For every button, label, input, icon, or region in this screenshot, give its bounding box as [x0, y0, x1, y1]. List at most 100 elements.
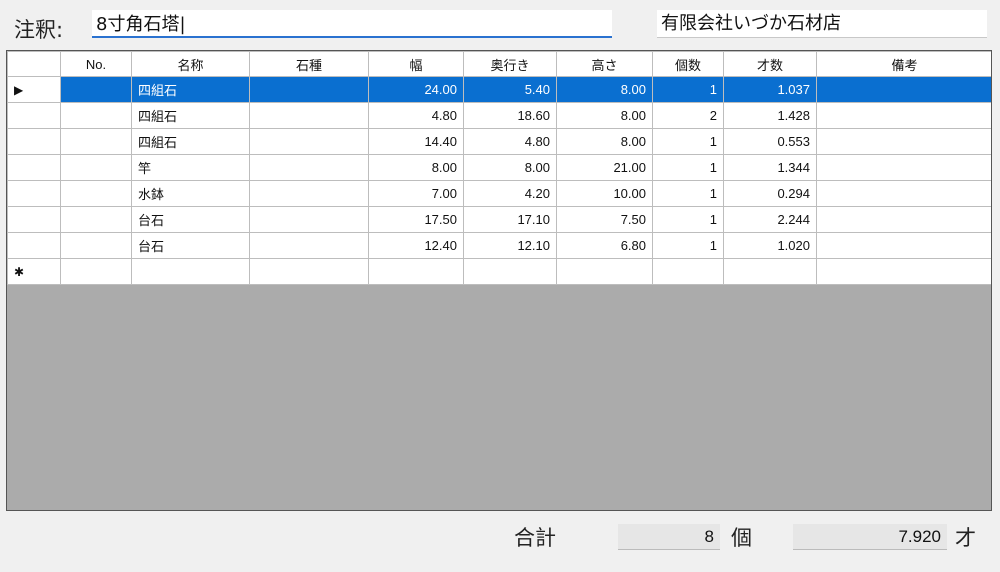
cell-height[interactable]: 7.50	[556, 206, 653, 233]
cell-depth[interactable]: 4.80	[463, 128, 557, 155]
column-header-name[interactable]: 名称	[131, 51, 250, 77]
table-row[interactable]: 四組石 14.40 4.80 8.00 1 0.553	[7, 128, 991, 155]
cell-width[interactable]	[368, 258, 464, 285]
row-selector[interactable]	[7, 102, 61, 129]
cell-quantity[interactable]: 1	[652, 180, 724, 207]
table-row[interactable]: 水鉢 7.00 4.20 10.00 1 0.294	[7, 180, 991, 207]
cell-note[interactable]	[816, 76, 991, 103]
cell-height[interactable]: 8.00	[556, 76, 653, 103]
cell-quantity[interactable]: 2	[652, 102, 724, 129]
cell-name[interactable]: 四組石	[131, 128, 250, 155]
cell-quantity[interactable]: 1	[652, 232, 724, 259]
cell-stone-type[interactable]	[249, 258, 369, 285]
cell-name[interactable]: 台石	[131, 206, 250, 233]
cell-width[interactable]: 12.40	[368, 232, 464, 259]
cell-stone-type[interactable]	[249, 76, 369, 103]
cell-name[interactable]: 四組石	[131, 102, 250, 129]
cell-name[interactable]: 四組石	[131, 76, 250, 103]
cell-note[interactable]	[816, 180, 991, 207]
cell-width[interactable]: 24.00	[368, 76, 464, 103]
column-header-height[interactable]: 高さ	[556, 51, 653, 77]
table-row[interactable]: 竿 8.00 8.00 21.00 1 1.344	[7, 154, 991, 181]
cell-sai[interactable]: 1.037	[723, 76, 817, 103]
cell-sai[interactable]: 1.344	[723, 154, 817, 181]
cell-sai[interactable]: 1.428	[723, 102, 817, 129]
cell-width[interactable]: 14.40	[368, 128, 464, 155]
cell-name[interactable]	[131, 258, 250, 285]
new-row[interactable]: ✱	[7, 258, 991, 285]
cell-no[interactable]	[60, 128, 132, 155]
cell-no[interactable]	[60, 206, 132, 233]
cell-depth[interactable]: 8.00	[463, 154, 557, 181]
cell-name[interactable]: 竿	[131, 154, 250, 181]
cell-width[interactable]: 8.00	[368, 154, 464, 181]
column-header-width[interactable]: 幅	[368, 51, 464, 77]
cell-quantity[interactable]	[652, 258, 724, 285]
cell-height[interactable]: 21.00	[556, 154, 653, 181]
cell-no[interactable]	[60, 76, 132, 103]
cell-depth[interactable]: 5.40	[463, 76, 557, 103]
cell-quantity[interactable]: 1	[652, 128, 724, 155]
cell-sai[interactable]	[723, 258, 817, 285]
cell-depth[interactable]: 17.10	[463, 206, 557, 233]
table-row[interactable]: 台石 17.50 17.10 7.50 1 2.244	[7, 206, 991, 233]
cell-width[interactable]: 7.00	[368, 180, 464, 207]
cell-no[interactable]	[60, 232, 132, 259]
cell-height[interactable]: 6.80	[556, 232, 653, 259]
memo-input[interactable]	[92, 10, 612, 38]
cell-height[interactable]	[556, 258, 653, 285]
column-header-depth[interactable]: 奥行き	[463, 51, 557, 77]
cell-note[interactable]	[816, 258, 991, 285]
cell-no[interactable]	[60, 102, 132, 129]
cell-stone-type[interactable]	[249, 128, 369, 155]
cell-name[interactable]: 水鉢	[131, 180, 250, 207]
row-selector[interactable]	[7, 206, 61, 233]
cell-quantity[interactable]: 1	[652, 76, 724, 103]
table-row[interactable]: ▶ 四組石 24.00 5.40 8.00 1 1.037	[7, 76, 991, 103]
row-selector[interactable]	[7, 154, 61, 181]
column-header-stone-type[interactable]: 石種	[249, 51, 369, 77]
cell-note[interactable]	[816, 154, 991, 181]
stone-grid[interactable]: No. 名称 石種 幅 奥行き 高さ 個数 才数 備考 ▶ 四組石 24.00 …	[6, 50, 992, 511]
column-header-no[interactable]: No.	[60, 51, 132, 77]
cell-stone-type[interactable]	[249, 102, 369, 129]
cell-stone-type[interactable]	[249, 180, 369, 207]
cell-width[interactable]: 17.50	[368, 206, 464, 233]
cell-sai[interactable]: 0.553	[723, 128, 817, 155]
cell-stone-type[interactable]	[249, 154, 369, 181]
cell-sai[interactable]: 1.020	[723, 232, 817, 259]
column-header-selector[interactable]	[7, 51, 61, 77]
cell-note[interactable]	[816, 128, 991, 155]
new-row-marker[interactable]: ✱	[7, 258, 61, 285]
row-selector[interactable]	[7, 180, 61, 207]
table-row[interactable]: 台石 12.40 12.10 6.80 1 1.020	[7, 232, 991, 259]
cell-height[interactable]: 8.00	[556, 102, 653, 129]
cell-note[interactable]	[816, 232, 991, 259]
company-name-field[interactable]: 有限会社いづか石材店	[657, 10, 987, 38]
cell-quantity[interactable]: 1	[652, 154, 724, 181]
cell-note[interactable]	[816, 102, 991, 129]
cell-no[interactable]	[60, 258, 132, 285]
cell-no[interactable]	[60, 154, 132, 181]
cell-depth[interactable]: 4.20	[463, 180, 557, 207]
cell-sai[interactable]: 2.244	[723, 206, 817, 233]
cell-depth[interactable]: 18.60	[463, 102, 557, 129]
cell-no[interactable]	[60, 180, 132, 207]
cell-width[interactable]: 4.80	[368, 102, 464, 129]
column-header-quantity[interactable]: 個数	[652, 51, 724, 77]
cell-stone-type[interactable]	[249, 232, 369, 259]
cell-sai[interactable]: 0.294	[723, 180, 817, 207]
cell-stone-type[interactable]	[249, 206, 369, 233]
row-selector[interactable]: ▶	[7, 76, 61, 103]
table-row[interactable]: 四組石 4.80 18.60 8.00 2 1.428	[7, 102, 991, 129]
cell-height[interactable]: 10.00	[556, 180, 653, 207]
cell-height[interactable]: 8.00	[556, 128, 653, 155]
cell-quantity[interactable]: 1	[652, 206, 724, 233]
cell-depth[interactable]: 12.10	[463, 232, 557, 259]
row-selector[interactable]	[7, 128, 61, 155]
cell-name[interactable]: 台石	[131, 232, 250, 259]
cell-note[interactable]	[816, 206, 991, 233]
column-header-sai[interactable]: 才数	[723, 51, 817, 77]
row-selector[interactable]	[7, 232, 61, 259]
column-header-note[interactable]: 備考	[816, 51, 991, 77]
